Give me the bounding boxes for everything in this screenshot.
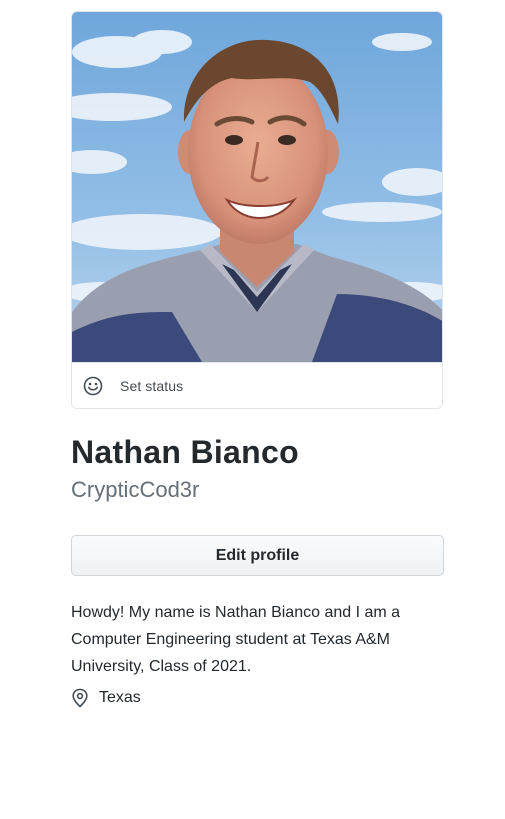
profile-username: CrypticCod3r xyxy=(71,477,200,502)
location-text: Texas xyxy=(99,689,141,706)
set-status-label: Set status xyxy=(120,378,184,394)
avatar-photo[interactable] xyxy=(72,12,443,362)
smiley-icon xyxy=(83,376,103,396)
set-status-button[interactable]: Set status xyxy=(72,362,442,408)
location-pin-icon xyxy=(72,688,88,708)
avatar-card[interactable]: Set status xyxy=(71,11,443,409)
profile-location: Texas xyxy=(71,688,141,708)
edit-profile-button[interactable]: Edit profile xyxy=(71,535,444,576)
profile-bio: Howdy! My name is Nathan Bianco and I am… xyxy=(71,604,401,675)
profile-full-name: Nathan Bianco xyxy=(71,434,299,470)
